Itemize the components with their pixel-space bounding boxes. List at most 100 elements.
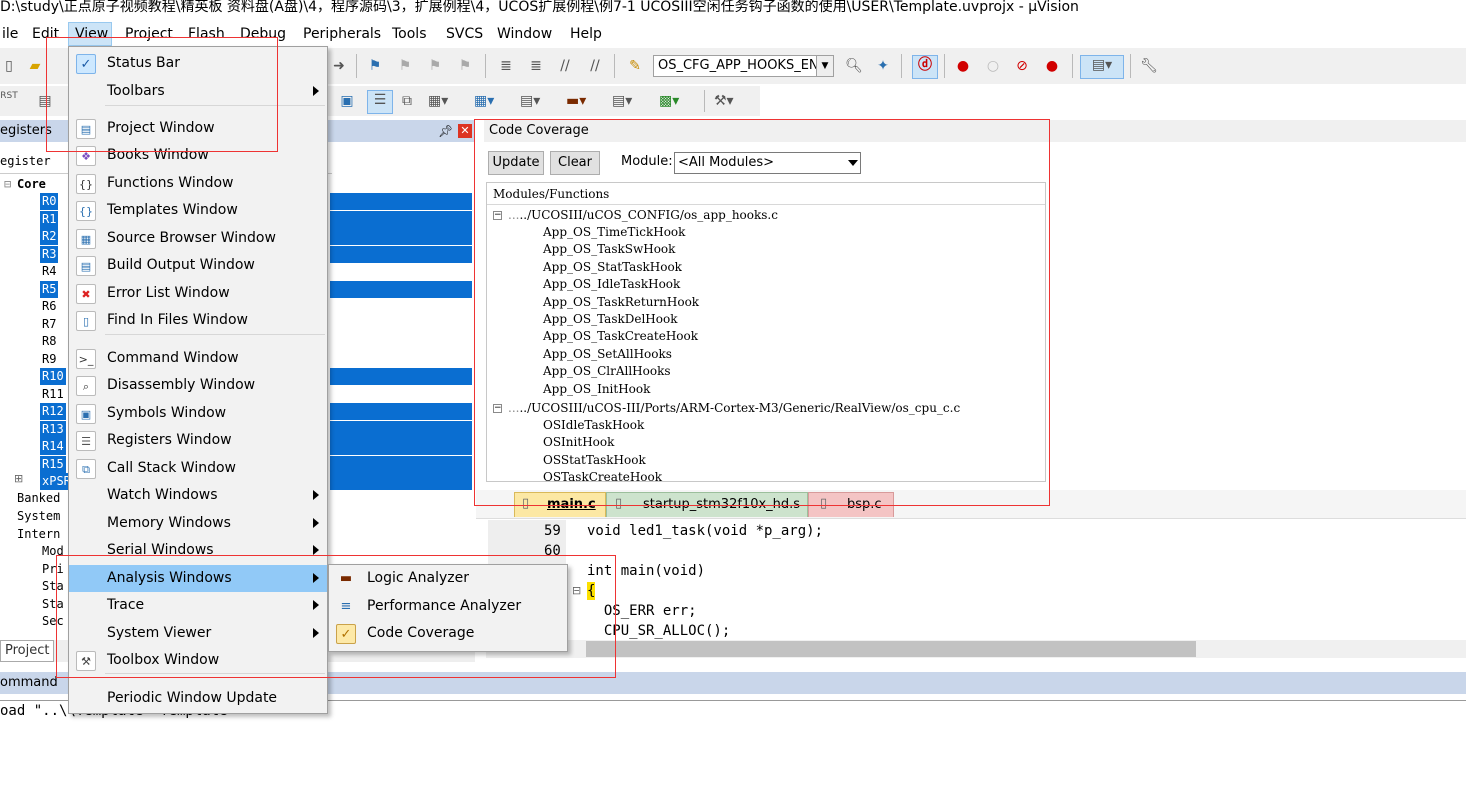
breakpoint-kill-all-icon[interactable]: ● bbox=[1043, 57, 1061, 75]
view-menu-item-call-stack-window[interactable]: ⧉ Call Stack Window bbox=[69, 455, 327, 482]
next-bookmark-icon[interactable]: ⚑ bbox=[426, 57, 444, 75]
breakpoint-insert-icon[interactable]: ● bbox=[954, 57, 972, 75]
coverage-function-node[interactable]: OSIdleTaskHook bbox=[543, 417, 644, 434]
menu-help[interactable]: Help bbox=[570, 25, 602, 43]
coverage-file-node[interactable]: ...../UCOSIII/uCOS_CONFIG/os_app_hooks.c bbox=[508, 207, 778, 224]
view-menu-item-registers-window[interactable]: ☰ Registers Window bbox=[69, 427, 327, 454]
find-icon[interactable]: 🔍︎ bbox=[845, 57, 863, 75]
view-menu-item-analysis-windows[interactable]: Analysis Windows bbox=[69, 565, 327, 592]
find-in-files-toolbar-icon[interactable]: ✎ bbox=[626, 57, 644, 75]
view-menu-item-books-window[interactable]: ❖ Books Window bbox=[69, 142, 327, 169]
view-menu-item-functions-window[interactable]: {} Functions Window bbox=[69, 170, 327, 197]
menu-file[interactable]: ile bbox=[2, 25, 18, 43]
collapse-icon[interactable]: − bbox=[493, 404, 502, 413]
menu-project[interactable]: Project bbox=[125, 25, 173, 43]
menu-window[interactable]: Window bbox=[497, 25, 552, 43]
pin-icon[interactable]: 📌︎ bbox=[438, 120, 453, 142]
analysis-window-toolbar-icon[interactable]: ▬▾ bbox=[566, 92, 586, 110]
breakpoint-kill-icon[interactable]: ⊘ bbox=[1013, 57, 1031, 75]
view-menu-item-periodic-window-update[interactable]: Periodic Window Update bbox=[69, 685, 327, 712]
clear-bookmarks-icon[interactable]: ⚑ bbox=[456, 57, 474, 75]
target-find-combo[interactable]: OS_CFG_APP_HOOKS_EN ▼ bbox=[653, 55, 834, 77]
breakpoint-disable-icon[interactable]: ○ bbox=[984, 57, 1002, 75]
coverage-function-node[interactable]: OSStatTaskHook bbox=[543, 452, 646, 469]
registers-window-toolbar-icon[interactable]: ☰ bbox=[367, 90, 393, 114]
indent-icon[interactable]: ≣ bbox=[497, 57, 515, 75]
clear-button[interactable]: Clear bbox=[550, 151, 600, 175]
new-file-icon[interactable]: ▯ bbox=[0, 57, 18, 75]
view-menu-item-source-browser-window[interactable]: ▦ Source Browser Window bbox=[69, 225, 327, 252]
module-select[interactable]: <All Modules> bbox=[674, 152, 861, 174]
menu-debug[interactable]: Debug bbox=[240, 25, 286, 43]
view-menu-item-system-viewer[interactable]: System Viewer bbox=[69, 620, 327, 647]
watch-window-toolbar-icon[interactable]: ▦▾ bbox=[428, 92, 448, 110]
coverage-file-node[interactable]: ...../UCOSIII/uCOS-III/Ports/ARM-Cortex-… bbox=[508, 400, 960, 417]
tab-project[interactable]: Project bbox=[0, 640, 55, 662]
uncomment-icon[interactable]: // bbox=[586, 57, 604, 75]
coverage-function-node[interactable]: App_OS_SetAllHooks bbox=[543, 346, 672, 363]
menu-svcs[interactable]: SVCS bbox=[446, 25, 483, 43]
coverage-function-node[interactable]: App_OS_TaskReturnHook bbox=[543, 294, 699, 311]
coverage-function-node[interactable]: OSTaskCreateHook bbox=[543, 469, 662, 486]
view-menu-item-command-window[interactable]: >_ Command Window bbox=[69, 345, 327, 372]
menu-peripherals[interactable]: Peripherals bbox=[303, 25, 381, 43]
fold-icon[interactable]: ⊟ bbox=[572, 584, 581, 597]
menu-tools[interactable]: Tools bbox=[392, 25, 427, 43]
window-layout-icon[interactable]: ▤▾ bbox=[1080, 55, 1124, 79]
submenu-item-logic-analyzer[interactable]: ▬ Logic Analyzer bbox=[329, 565, 567, 592]
view-menu-item-toolbars[interactable]: Toolbars bbox=[69, 78, 327, 105]
coverage-function-node[interactable]: App_OS_StatTaskHook bbox=[543, 259, 682, 276]
code-line[interactable]: void led1_task(void *p_arg); bbox=[587, 522, 823, 540]
submenu-item-code-coverage[interactable]: ✓ Code Coverage bbox=[329, 620, 567, 647]
view-menu-item-serial-windows[interactable]: Serial Windows bbox=[69, 537, 327, 564]
editor-horizontal-scrollbar[interactable] bbox=[486, 640, 1466, 658]
view-menu-item-toolbox-window[interactable]: ⚒ Toolbox Window bbox=[69, 647, 327, 674]
run-icon[interactable]: ▤ bbox=[36, 92, 54, 110]
view-menu-item-templates-window[interactable]: {} Templates Window bbox=[69, 197, 327, 224]
symbols-window-toolbar-icon[interactable]: ▣ bbox=[338, 92, 356, 110]
coverage-function-node[interactable]: App_OS_TaskDelHook bbox=[543, 311, 678, 328]
nav-forward-icon[interactable]: ➜ bbox=[330, 57, 348, 75]
debug-session-icon[interactable]: ⓓ bbox=[912, 55, 938, 79]
view-menu-item-disassembly-window[interactable]: ⌕ Disassembly Window bbox=[69, 372, 327, 399]
serial-window-toolbar-icon[interactable]: ▤▾ bbox=[520, 92, 540, 110]
coverage-function-node[interactable]: App_OS_TaskSwHook bbox=[543, 241, 675, 258]
coverage-function-node[interactable]: App_OS_IdleTaskHook bbox=[543, 276, 680, 293]
close-icon[interactable]: ✕ bbox=[458, 124, 472, 138]
comment-icon[interactable]: // bbox=[556, 57, 574, 75]
code-line[interactable]: CPU_SR_ALLOC(); bbox=[587, 622, 730, 640]
menu-edit[interactable]: Edit bbox=[32, 25, 59, 43]
view-menu-item-memory-windows[interactable]: Memory Windows bbox=[69, 510, 327, 537]
scrollbar-thumb[interactable] bbox=[586, 641, 1196, 657]
view-menu-item-build-output-window[interactable]: ▤ Build Output Window bbox=[69, 252, 327, 279]
code-line[interactable]: int main(void) bbox=[587, 562, 705, 580]
view-menu-item-status-bar[interactable]: ✓ Status Bar bbox=[69, 50, 327, 77]
trace-window-toolbar-icon[interactable]: ▤▾ bbox=[612, 92, 632, 110]
code-line[interactable]: OS_ERR err; bbox=[587, 602, 697, 620]
call-stack-toolbar-icon[interactable]: ⧉ bbox=[398, 92, 416, 110]
memory-window-toolbar-icon[interactable]: ▦▾ bbox=[474, 92, 494, 110]
coverage-function-node[interactable]: App_OS_TimeTickHook bbox=[543, 224, 685, 241]
coverage-function-node[interactable]: OSInitHook bbox=[543, 434, 614, 451]
tab-startup[interactable]: startup_stm32f10x_hd.s bbox=[606, 492, 808, 517]
view-menu-item-symbols-window[interactable]: ▣ Symbols Window bbox=[69, 400, 327, 427]
open-folder-icon[interactable]: ▰ bbox=[26, 57, 44, 75]
collapse-icon[interactable]: − bbox=[493, 211, 502, 220]
view-menu-item-find-in-files-window[interactable]: ▯ Find In Files Window bbox=[69, 307, 327, 334]
reset-icon[interactable]: RST bbox=[0, 92, 18, 110]
unindent-icon[interactable]: ≣ bbox=[527, 57, 545, 75]
submenu-item-performance-analyzer[interactable]: ≡ Performance Analyzer bbox=[329, 593, 567, 620]
toolbox-toolbar-icon[interactable]: ⚒▾ bbox=[714, 92, 734, 110]
coverage-function-node[interactable]: App_OS_ClrAllHooks bbox=[543, 363, 671, 380]
chevron-down-icon[interactable]: ▼ bbox=[816, 56, 833, 76]
coverage-function-node[interactable]: App_OS_TaskCreateHook bbox=[543, 328, 698, 345]
coverage-function-node[interactable]: App_OS_InitHook bbox=[543, 381, 650, 398]
chevron-down-icon[interactable] bbox=[848, 160, 858, 166]
view-menu-item-watch-windows[interactable]: Watch Windows bbox=[69, 482, 327, 509]
view-menu-item-error-list-window[interactable]: ✖ Error List Window bbox=[69, 280, 327, 307]
wrench-icon[interactable]: 🔧︎ bbox=[1140, 57, 1158, 75]
menu-view[interactable]: View bbox=[75, 25, 108, 43]
prev-bookmark-icon[interactable]: ⚑ bbox=[396, 57, 414, 75]
bookmark-flag-icon[interactable]: ⚑ bbox=[366, 57, 384, 75]
incremental-find-icon[interactable]: ✦ bbox=[874, 57, 892, 75]
